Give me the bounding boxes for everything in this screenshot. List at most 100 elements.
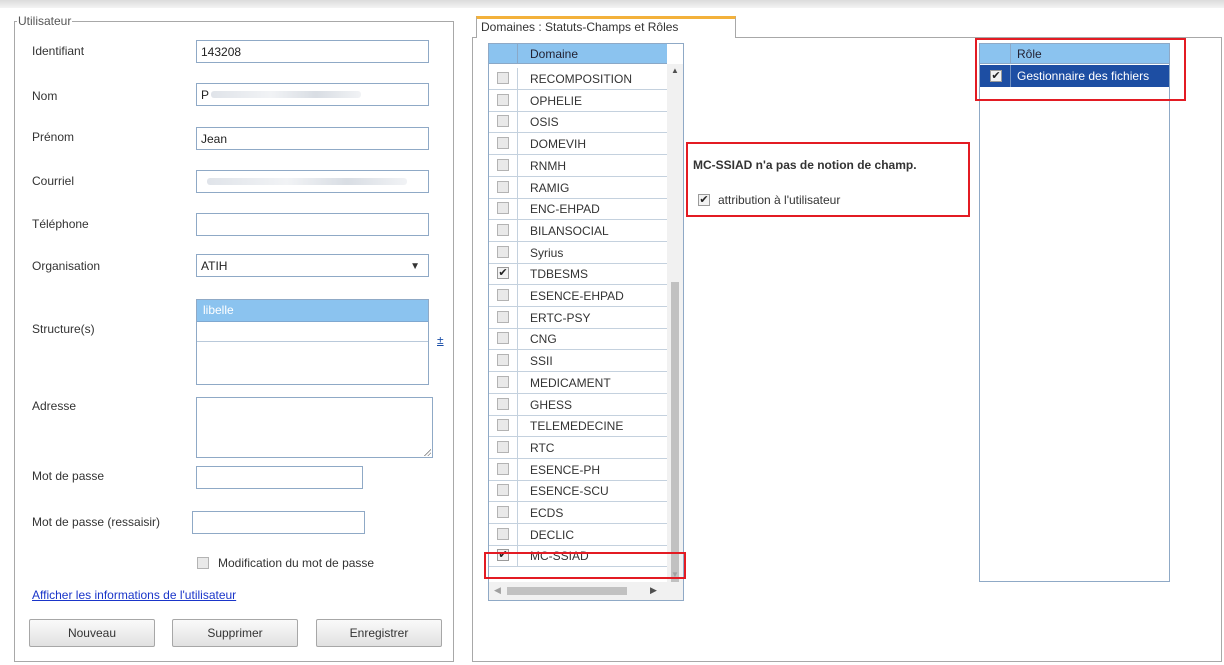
- domain-row[interactable]: RECOMPOSITION: [489, 68, 667, 90]
- telephone-input[interactable]: [196, 213, 429, 236]
- domain-row[interactable]: ESENCE-PH: [489, 458, 667, 481]
- domain-checkbox[interactable]: [497, 158, 509, 171]
- vertical-scroll-thumb[interactable]: [671, 282, 679, 582]
- domain-checkbox[interactable]: [497, 310, 509, 323]
- domain-row[interactable]: RNMH: [489, 154, 667, 177]
- domain-checkbox[interactable]: [497, 289, 509, 301]
- domain-name: CNG: [530, 332, 557, 347]
- domain-row[interactable]: ESENCE-SCU: [489, 480, 667, 503]
- tab-domaines[interactable]: Domaines : Statuts-Champs et Rôles: [476, 16, 736, 38]
- domain-checkbox[interactable]: [497, 180, 509, 193]
- domains-list[interactable]: Domaine RECOMPOSITION OPHELIE OSIS DOMEVIH R…: [488, 43, 684, 601]
- domains-header-label: Domaine: [530, 47, 579, 61]
- password-confirm-label: Mot de passe (ressaisir): [32, 515, 161, 529]
- adresse-textarea[interactable]: [196, 397, 433, 458]
- domains-horizontal-scrollbar[interactable]: ◀ ▶: [489, 582, 683, 600]
- domain-checkbox[interactable]: [497, 332, 509, 345]
- domain-checkbox[interactable]: [497, 354, 509, 367]
- structures-label: Structure(s): [32, 322, 95, 336]
- domain-row[interactable]: RAMIG: [489, 176, 667, 199]
- domain-row[interactable]: GHESS: [489, 393, 667, 416]
- domain-row[interactable]: OPHELIE: [489, 89, 667, 112]
- show-user-info-link[interactable]: Afficher les informations de l'utilisate…: [32, 588, 236, 602]
- prenom-input[interactable]: Jean: [196, 127, 429, 150]
- domain-checkbox[interactable]: [497, 202, 509, 215]
- domain-row[interactable]: RTC: [489, 436, 667, 459]
- domain-checkbox-cell: [489, 393, 518, 416]
- domain-row[interactable]: CNG: [489, 328, 667, 351]
- organisation-value: ATIH: [201, 259, 228, 273]
- domain-checkbox-cell: ✔: [489, 263, 518, 286]
- password-input[interactable]: [196, 466, 363, 489]
- domain-row[interactable]: ECDS: [489, 502, 667, 524]
- field-message: MC-SSIAD n'a pas de notion de champ.: [693, 158, 917, 172]
- domain-name: ESENCE-PH: [530, 462, 601, 477]
- organisation-select[interactable]: ATIH ▼: [196, 254, 429, 277]
- domains-vertical-scrollbar[interactable]: ▲ ▼: [667, 64, 683, 582]
- domain-checkbox-cell: [489, 436, 518, 459]
- domain-name: BILANSOCIAL: [530, 223, 609, 238]
- domain-row[interactable]: BILANSOCIAL: [489, 219, 667, 242]
- domain-checkbox-cell: [489, 133, 518, 156]
- domain-checkbox[interactable]: ✔: [497, 267, 509, 280]
- domain-row[interactable]: ERTC-PSY: [489, 306, 667, 329]
- domain-row[interactable]: DECLIC: [489, 523, 667, 546]
- domain-checkbox-cell: [489, 306, 518, 329]
- delete-button[interactable]: Supprimer: [172, 619, 298, 647]
- domain-checkbox-cell: [489, 350, 518, 373]
- domain-name: ESENCE-EHPAD: [530, 289, 624, 303]
- domain-row[interactable]: OSIS: [489, 111, 667, 134]
- domain-row[interactable]: MEDICAMENT: [489, 371, 667, 394]
- adresse-label: Adresse: [32, 399, 77, 413]
- domain-checkbox[interactable]: [497, 506, 509, 518]
- domain-checkbox[interactable]: [497, 419, 509, 432]
- structures-list[interactable]: libelle: [196, 299, 429, 385]
- prenom-label: Prénom: [32, 130, 75, 144]
- identifiant-input[interactable]: 143208: [196, 40, 429, 63]
- domain-checkbox[interactable]: [497, 440, 509, 453]
- domain-row[interactable]: ✔ TDBESMS: [489, 263, 667, 286]
- structures-empty-row: [197, 322, 428, 342]
- scroll-up-icon[interactable]: ▲: [671, 66, 679, 75]
- domain-name: TELEMEDECINE: [530, 419, 624, 434]
- resize-handle-icon[interactable]: [423, 448, 431, 456]
- domain-checkbox-cell: [489, 415, 518, 438]
- domain-checkbox[interactable]: [497, 484, 509, 497]
- domain-checkbox[interactable]: [497, 115, 509, 128]
- save-button[interactable]: Enregistrer: [316, 619, 442, 647]
- domain-checkbox[interactable]: [497, 527, 509, 540]
- courriel-label: Courriel: [32, 174, 75, 188]
- domain-checkbox-cell: [489, 523, 518, 546]
- domain-row[interactable]: Syrius: [489, 241, 667, 264]
- domain-row[interactable]: TELEMEDECINE: [489, 415, 667, 438]
- attribution-label: attribution à l'utilisateur: [718, 193, 841, 207]
- domain-row[interactable]: ENC-EHPAD: [489, 198, 667, 221]
- domain-row[interactable]: ESENCE-EHPAD: [489, 285, 667, 307]
- domain-row[interactable]: SSII: [489, 350, 667, 373]
- scroll-right-icon[interactable]: ▶: [650, 585, 657, 596]
- nom-label: Nom: [32, 89, 58, 103]
- nom-value: P: [201, 88, 210, 102]
- domain-name: MEDICAMENT: [530, 375, 611, 390]
- domain-checkbox[interactable]: [497, 93, 509, 106]
- password-change-checkbox[interactable]: [197, 557, 209, 569]
- redacted-courriel: [207, 178, 407, 185]
- horizontal-scroll-thumb[interactable]: [507, 587, 627, 595]
- new-button[interactable]: Nouveau: [29, 619, 155, 647]
- domain-checkbox[interactable]: [497, 245, 509, 258]
- roles-list[interactable]: Rôle ✔ Gestionnaire des fichiers: [979, 43, 1170, 582]
- password-confirm-input[interactable]: [192, 511, 365, 534]
- domain-checkbox-cell: [489, 111, 518, 134]
- domain-checkbox[interactable]: [497, 397, 509, 410]
- domain-checkbox[interactable]: [497, 223, 509, 236]
- domain-checkbox[interactable]: [497, 137, 509, 150]
- domain-row[interactable]: DOMEVIH: [489, 133, 667, 156]
- domain-checkbox[interactable]: [497, 375, 509, 388]
- attribution-checkbox[interactable]: ✔: [698, 194, 710, 206]
- courriel-input[interactable]: [196, 170, 429, 193]
- scroll-left-icon[interactable]: ◀: [494, 585, 501, 596]
- domain-checkbox[interactable]: [497, 462, 509, 475]
- nom-input[interactable]: P: [196, 83, 429, 106]
- add-structure-link[interactable]: ±: [437, 333, 444, 347]
- domain-checkbox[interactable]: [497, 72, 509, 84]
